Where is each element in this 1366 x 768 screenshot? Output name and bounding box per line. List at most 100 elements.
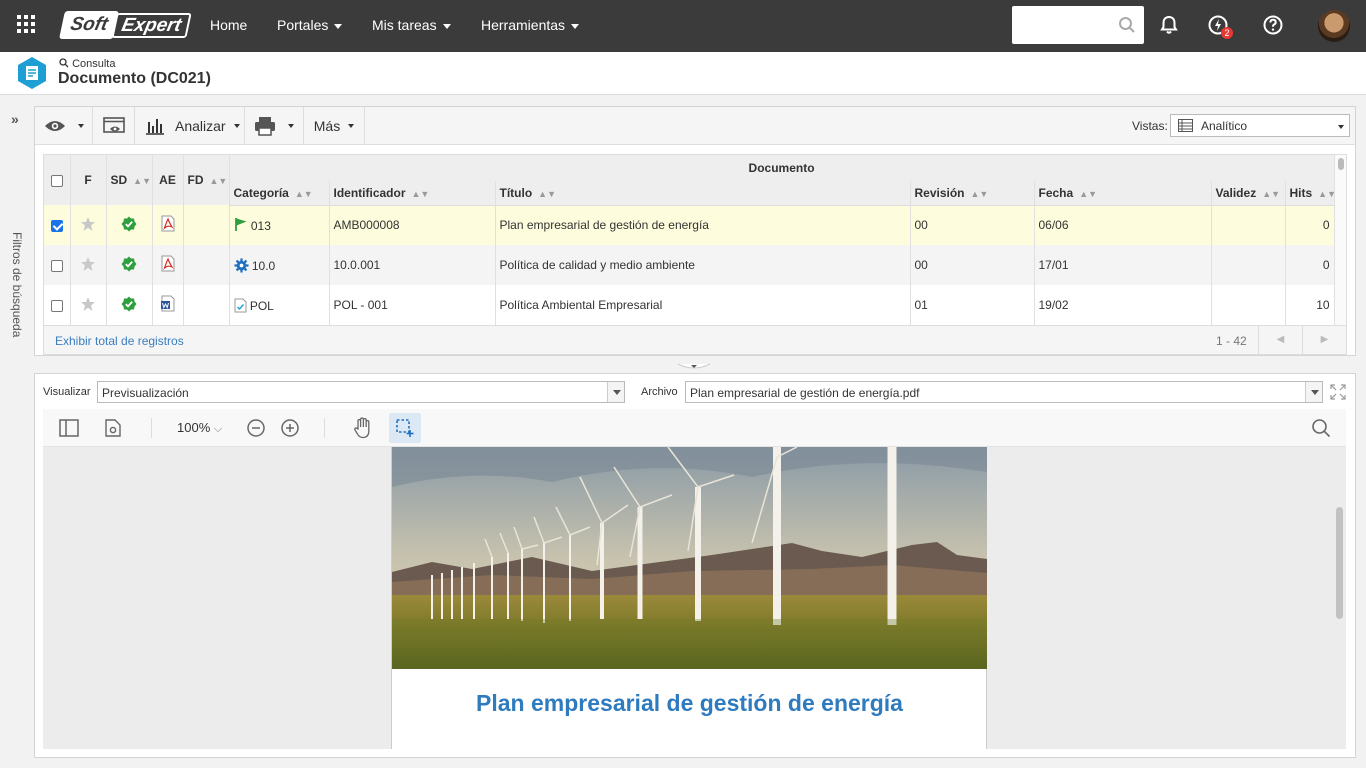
previous-page-button[interactable]: ◀ [1258,326,1302,354]
word-icon[interactable] [160,295,176,312]
column-header-ae[interactable]: AE [152,155,184,205]
categoria-value: 10.0 [251,258,276,273]
document-properties-button[interactable] [97,413,129,443]
column-header-revision[interactable]: Revisión ▲▼ [910,181,1035,206]
column-header-validez[interactable]: Validez ▲▼ [1211,181,1286,206]
chevron-down-icon [1305,382,1322,402]
pagination-range: 1 - 42 [1216,334,1247,348]
revision-cell: 00 [910,245,1035,285]
column-header-revision-label: Revisión [914,185,965,200]
help-icon[interactable] [1262,14,1284,36]
favorite-cell [70,285,107,325]
row-checkbox[interactable] [50,259,63,272]
search-filters-label[interactable]: Filtros de búsqueda [10,232,24,337]
archivo-select[interactable]: Plan empresarial de gestión de energía.p… [685,381,1323,403]
show-total-records-link[interactable]: Exhibir total de registros [55,334,184,348]
vistas-label: Vistas: [1132,119,1168,133]
mas-button[interactable]: Más [304,107,365,144]
zoom-select[interactable]: 100% ⌵ [171,413,233,443]
analizar-button[interactable]: Analizar [135,107,245,144]
results-toolbar: Analizar Más Vistas: Analítico [35,107,1355,145]
table-scrollbar[interactable] [1335,155,1346,325]
zoom-in-button[interactable] [274,413,306,443]
search-icon[interactable] [1118,16,1136,34]
table-row[interactable]: 10.0 10.0.001 Política de calidad y medi… [44,245,1335,285]
table-row[interactable]: 013 AMB000008 Plan empresarial de gestió… [44,205,1335,245]
column-header-f[interactable]: F [70,155,107,205]
marquee-select-icon [396,419,414,437]
row-checkbox[interactable] [50,219,63,232]
pdf-page: Plan empresarial de gestión de energía [391,447,987,749]
row-select-cell [44,205,71,245]
star-icon[interactable] [80,256,96,272]
avatar[interactable] [1318,10,1350,42]
zoom-in-icon [281,419,299,437]
column-header-titulo[interactable]: Título ▲▼ [495,181,911,206]
sort-icon: ▲▼ [294,188,313,199]
pdf-icon[interactable] [160,215,176,232]
vistas-select[interactable]: Analítico [1170,114,1350,137]
softexpert-logo[interactable]: Soft Expert [59,11,192,39]
chevron-down-icon [233,123,240,128]
hand-icon [354,417,370,439]
view-button[interactable] [35,107,93,144]
breadcrumb[interactable]: Consulta [59,58,115,70]
column-header-categoria[interactable]: Categoría ▲▼ [229,181,330,206]
toggle-sidebar-button[interactable] [53,413,85,443]
categoria-cell: POL [229,285,330,325]
column-header-validez-label: Validez [1215,185,1257,200]
validez-cell [1211,245,1286,285]
preview-window-button[interactable] [93,107,135,144]
nav-home[interactable]: Home [210,17,247,33]
zoom-out-button[interactable] [240,413,272,443]
global-search-input[interactable] [1012,6,1144,44]
pdf-scrollbar[interactable] [1336,507,1343,619]
selection-tool-button[interactable] [389,413,421,443]
document-settings-icon [105,419,121,437]
star-icon[interactable] [80,216,96,232]
hits-cell: 10 [1285,285,1335,325]
categoria-cell: 013 [229,205,330,245]
column-header-identificador[interactable]: Identificador ▲▼ [329,181,496,206]
pdf-canvas-area[interactable]: Plan empresarial de gestión de energía [43,447,1346,749]
column-header-hits-label: Hits [1289,185,1313,200]
column-header-fecha-label: Fecha [1038,185,1074,200]
next-page-button[interactable]: ▶ [1302,326,1346,354]
double-chevron-right-icon[interactable]: » [11,111,19,127]
chevron-down-icon [1338,125,1344,129]
column-header-sd[interactable]: SD ▲▼ [106,155,153,205]
nav-herramientas[interactable]: Herramientas [481,17,580,33]
select-all-checkbox[interactable] [50,174,63,187]
pdf-icon[interactable] [160,255,176,272]
row-checkbox[interactable] [50,299,63,312]
find-in-document-button[interactable] [1305,413,1337,443]
panel-splitter-handle[interactable] [677,363,711,371]
chevron-down-icon [607,382,624,402]
sort-icon: ▲▼ [209,176,228,186]
identificador-cell: POL - 001 [329,285,496,325]
verified-badge-icon [121,256,137,271]
fullscreen-icon[interactable] [1330,384,1346,400]
titulo-cell: Política de calidad y medio ambiente [495,245,911,285]
search-filters-panel[interactable]: » Filtros de búsqueda [0,96,32,768]
apps-grid-icon[interactable] [17,15,35,33]
column-group-documento: Documento [229,155,1335,181]
column-header-hits[interactable]: Hits ▲▼ [1285,181,1335,206]
bell-icon[interactable] [1158,14,1180,36]
nav-portales[interactable]: Portales [277,17,343,33]
identificador-cell: AMB000008 [329,205,496,245]
status-cell [106,285,153,325]
row-select-cell [44,285,71,325]
pan-tool-button[interactable] [347,413,379,443]
column-header-fecha[interactable]: Fecha ▲▼ [1034,181,1212,206]
visualizar-select[interactable]: Previsualización [97,381,625,403]
nav-mis-tareas[interactable]: Mis tareas [372,17,451,33]
chevron-down-icon [571,23,580,29]
gear-icon [233,257,249,273]
table-row[interactable]: POL POL - 001 Política Ambiental Empresa… [44,285,1335,325]
window-preview-icon [102,116,125,133]
scrollbar-thumb[interactable] [1338,158,1344,170]
print-button[interactable] [245,107,304,144]
column-header-fd[interactable]: FD ▲▼ [183,155,230,205]
star-icon[interactable] [80,296,96,312]
